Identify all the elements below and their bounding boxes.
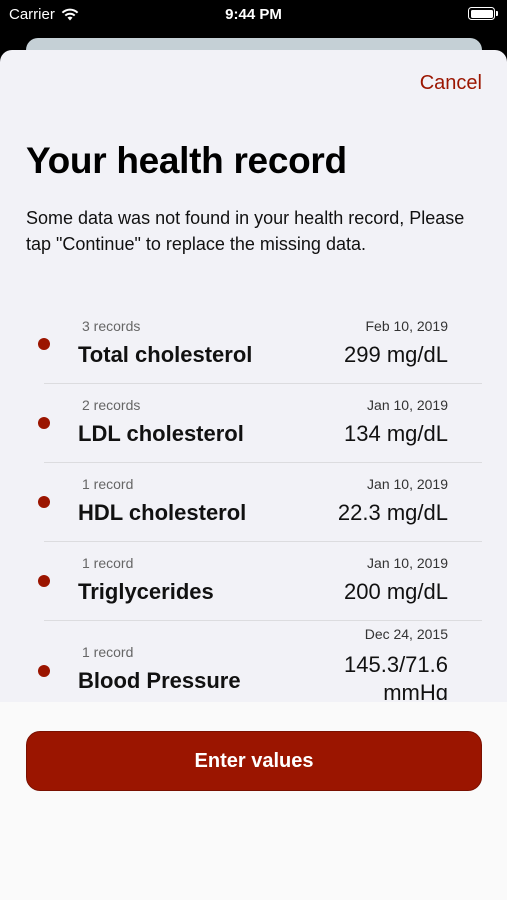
status-dot bbox=[38, 575, 50, 587]
record-list[interactable]: 3 records Total cholesterol Feb 10, 2019… bbox=[0, 305, 507, 700]
list-item[interactable]: 1 record Triglycerides Jan 10, 2019 200 … bbox=[0, 542, 507, 621]
record-date: Dec 24, 2015 bbox=[364, 626, 448, 642]
enter-values-button[interactable]: Enter values bbox=[26, 731, 482, 791]
status-dot bbox=[38, 665, 50, 677]
record-value: 22.3 mg/dL bbox=[337, 500, 448, 525]
list-item[interactable]: 2 records LDL cholesterol Jan 10, 2019 1… bbox=[0, 384, 507, 463]
record-count: 1 record bbox=[82, 555, 134, 571]
battery-icon bbox=[468, 7, 498, 20]
page-title: Your health record bbox=[26, 140, 347, 181]
status-bar: Carrier 9:44 PM bbox=[0, 0, 507, 30]
record-value: 134 mg/dL bbox=[344, 421, 448, 446]
record-name: Total cholesterol bbox=[78, 342, 253, 367]
record-name: LDL cholesterol bbox=[78, 421, 244, 446]
record-count: 1 record bbox=[82, 476, 134, 492]
record-count: 1 record bbox=[82, 644, 134, 660]
record-date: Jan 10, 2019 bbox=[367, 397, 448, 413]
record-date: Jan 10, 2019 bbox=[367, 555, 448, 571]
status-dot bbox=[38, 338, 50, 350]
list-item[interactable]: 1 record HDL cholesterol Jan 10, 2019 22… bbox=[0, 463, 507, 542]
record-value: 145.3/71.6 mmHg bbox=[344, 652, 448, 700]
record-count: 2 records bbox=[82, 397, 141, 413]
status-time: 9:44 PM bbox=[225, 6, 282, 23]
status-dot bbox=[38, 496, 50, 508]
record-name: HDL cholesterol bbox=[78, 500, 247, 525]
record-value: 299 mg/dL bbox=[344, 342, 448, 367]
footer: Enter values bbox=[0, 702, 507, 900]
record-value: 200 mg/dL bbox=[344, 579, 448, 604]
record-name: Blood Pressure bbox=[78, 668, 241, 693]
record-count: 3 records bbox=[82, 318, 141, 334]
record-date: Feb 10, 2019 bbox=[365, 318, 448, 334]
list-item[interactable]: 3 records Total cholesterol Feb 10, 2019… bbox=[0, 305, 507, 384]
modal-sheet: Cancel Your health record Some data was … bbox=[0, 50, 507, 900]
cancel-button[interactable]: Cancel bbox=[420, 72, 482, 95]
record-date: Jan 10, 2019 bbox=[367, 476, 448, 492]
list-item[interactable]: 1 record Blood Pressure Dec 24, 2015 145… bbox=[0, 621, 507, 700]
intro-text: Some data was not found in your health r… bbox=[26, 208, 465, 254]
record-name: Triglycerides bbox=[78, 579, 214, 604]
status-dot bbox=[38, 417, 50, 429]
